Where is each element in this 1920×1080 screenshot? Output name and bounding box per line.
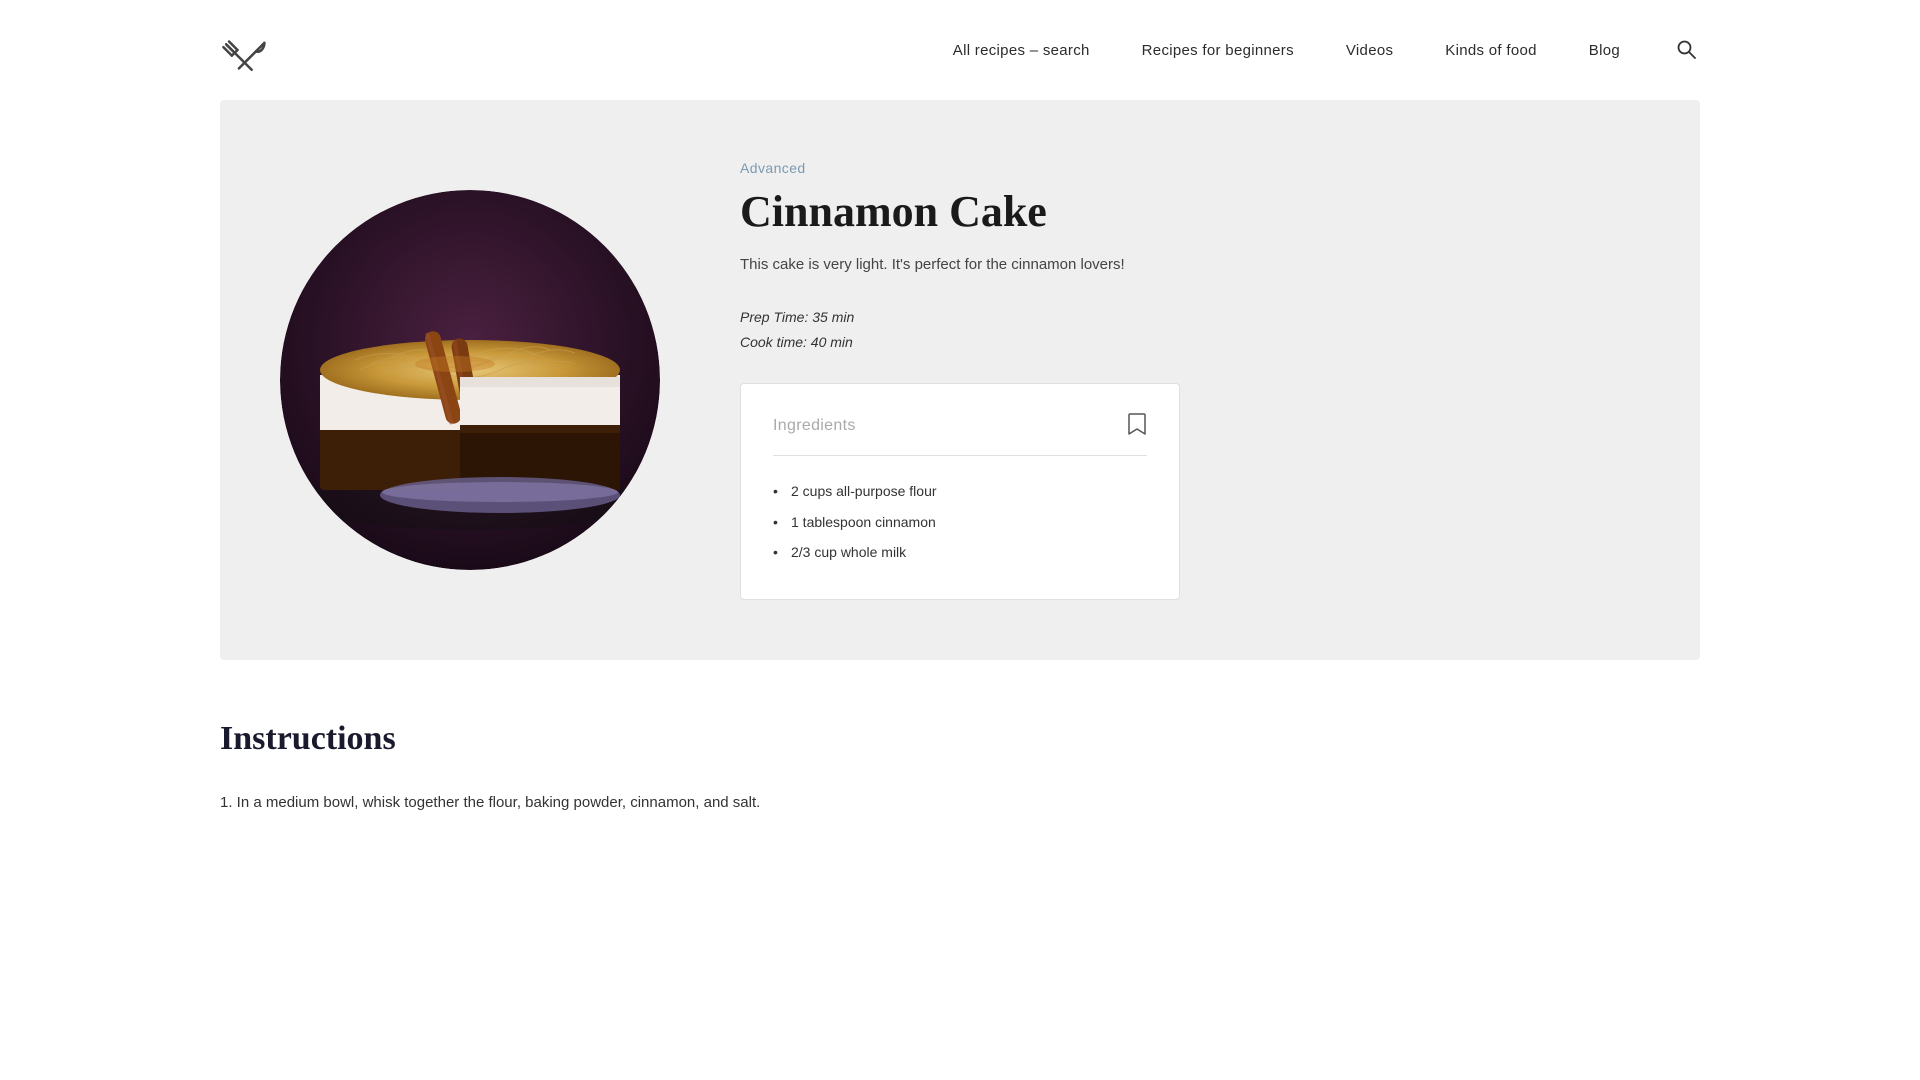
ingredients-box: Ingredients 2 cups all-purpose flour 1 t… <box>740 383 1180 600</box>
recipe-times: Prep Time: 35 min Cook time: 40 min <box>740 305 1640 355</box>
ingredients-divider <box>773 455 1147 456</box>
ingredient-item: 2 cups all-purpose flour <box>773 476 1147 506</box>
cook-time: Cook time: 40 min <box>740 330 1640 355</box>
recipe-hero: Advanced Cinnamon Cake This cake is very… <box>220 100 1700 660</box>
recipe-details: Advanced Cinnamon Cake This cake is very… <box>740 160 1640 600</box>
nav-kinds-of-food[interactable]: Kinds of food <box>1445 42 1536 59</box>
nav-all-recipes[interactable]: All recipes – search <box>953 42 1090 59</box>
cake-image-svg <box>280 190 660 570</box>
nav-recipes-beginners[interactable]: Recipes for beginners <box>1142 42 1294 59</box>
nav-blog[interactable]: Blog <box>1589 42 1620 59</box>
instruction-step: 1. In a medium bowl, whisk together the … <box>220 786 1700 820</box>
search-icon <box>1676 39 1696 59</box>
prep-time: Prep Time: 35 min <box>740 305 1640 330</box>
main-nav: All recipes – search Recipes for beginne… <box>953 35 1700 66</box>
recipe-title: Cinnamon Cake <box>740 188 1640 236</box>
ingredients-header: Ingredients <box>773 412 1147 439</box>
ingredient-item: 2/3 cup whole milk <box>773 537 1147 567</box>
recipe-image <box>280 190 660 570</box>
logo-icon <box>220 24 272 76</box>
ingredients-list: 2 cups all-purpose flour 1 tablespoon ci… <box>773 476 1147 567</box>
bookmark-button[interactable] <box>1127 412 1147 439</box>
instructions-list: 1. In a medium bowl, whisk together the … <box>220 786 1700 820</box>
nav-videos[interactable]: Videos <box>1346 42 1393 59</box>
recipe-description: This cake is very light. It's perfect fo… <box>740 254 1640 277</box>
site-header: All recipes – search Recipes for beginne… <box>0 0 1920 100</box>
logo[interactable] <box>220 24 272 76</box>
recipe-level: Advanced <box>740 160 1640 176</box>
ingredient-item: 1 tablespoon cinnamon <box>773 507 1147 537</box>
bookmark-icon <box>1127 412 1147 436</box>
instructions-section: Instructions 1. In a medium bowl, whisk … <box>0 660 1920 860</box>
instructions-title: Instructions <box>220 720 1700 758</box>
ingredients-label: Ingredients <box>773 417 856 435</box>
search-button[interactable] <box>1672 35 1700 66</box>
